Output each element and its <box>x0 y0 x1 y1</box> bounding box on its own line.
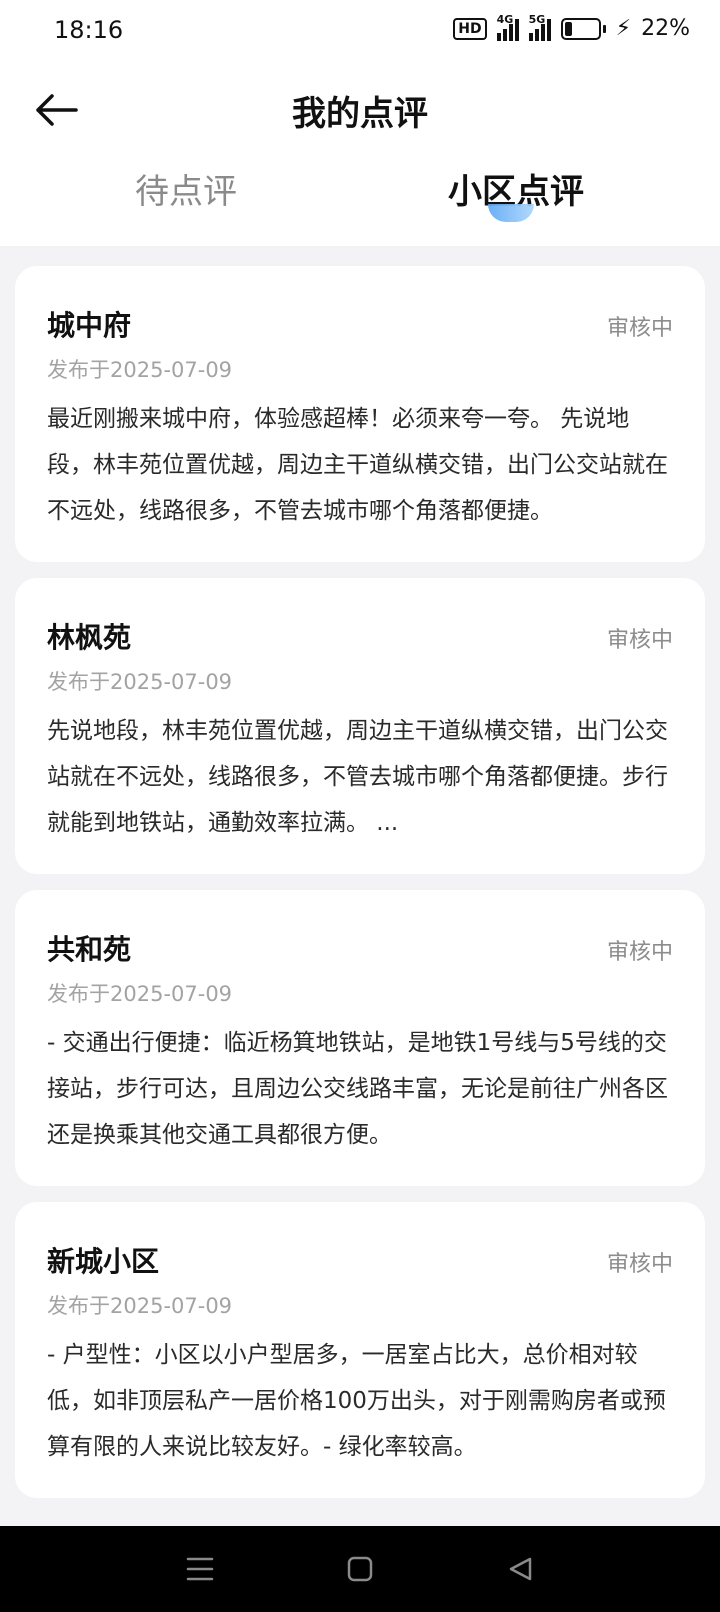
review-status: 审核中 <box>606 628 673 653</box>
status-time: 18:16 <box>54 16 124 44</box>
battery-icon <box>560 17 606 40</box>
review-card[interactable]: 林枫苑 审核中 发布于2025-07-09 先说地段，林丰苑位置优越，周边主干道… <box>15 578 705 874</box>
tab-pending-review[interactable]: 待点评 <box>36 164 336 213</box>
status-icons: HD 4G 5G ⚡ 22% <box>453 13 690 41</box>
system-nav-bar <box>0 1526 720 1612</box>
publish-date: 发布于2025-07-09 <box>47 358 233 382</box>
review-text: - 交通出行便捷：临近杨箕地铁站，是地铁1号线与5号线的交接站，步行可达，且周边… <box>47 1030 668 1148</box>
publish-date: 发布于2025-07-09 <box>47 1294 233 1318</box>
community-name: 城中府 <box>47 309 132 342</box>
hd-icon: HD <box>453 17 487 40</box>
tab-bar: 待点评 小区点评 <box>0 164 720 234</box>
battery-percent: 22% <box>641 16 690 41</box>
community-name: 新城小区 <box>47 1245 160 1278</box>
publish-date: 发布于2025-07-09 <box>47 982 233 1006</box>
back-triangle-icon <box>509 1557 532 1581</box>
menu-icon <box>186 1557 214 1581</box>
review-text: 最近刚搬来城中府，体验感超棒！必须来夸一夸。 先说地段，林丰苑位置优越，周边主干… <box>47 406 668 524</box>
status-bar: 18:16 HD 4G 5G ⚡ 22% <box>0 0 720 64</box>
review-status: 审核中 <box>606 940 673 965</box>
home-button[interactable] <box>340 1549 380 1589</box>
review-list: 城中府 审核中 发布于2025-07-09 最近刚搬来城中府，体验感超棒！必须来… <box>15 266 705 1514</box>
review-text: 先说地段，林丰苑位置优越，周边主干道纵横交错，出门公交站就在不远处，线路很多，不… <box>47 718 668 836</box>
review-status: 审核中 <box>606 316 673 341</box>
home-square-icon <box>347 1556 373 1582</box>
nav-header: 我的点评 <box>0 64 720 164</box>
review-card[interactable]: 共和苑 审核中 发布于2025-07-09 - 交通出行便捷：临近杨箕地铁站，是… <box>15 890 705 1186</box>
review-card[interactable]: 城中府 审核中 发布于2025-07-09 最近刚搬来城中府，体验感超棒！必须来… <box>15 266 705 562</box>
system-back-button[interactable] <box>500 1549 540 1589</box>
signal-4g-icon: 4G <box>496 13 519 41</box>
review-text: - 户型性：小区以小户型居多，一居室占比大，总价相对较低，如非顶层私产一居价格1… <box>47 1342 666 1460</box>
menu-button[interactable] <box>180 1549 220 1589</box>
publish-date: 发布于2025-07-09 <box>47 670 233 694</box>
page-title: 我的点评 <box>292 94 428 134</box>
signal-5g-icon: 5G <box>528 13 551 41</box>
charging-icon: ⚡ <box>615 16 632 41</box>
review-status: 审核中 <box>606 1252 673 1277</box>
community-name: 共和苑 <box>47 933 132 966</box>
review-card[interactable]: 新城小区 审核中 发布于2025-07-09 - 户型性：小区以小户型居多，一居… <box>15 1202 705 1498</box>
top-area: 18:16 HD 4G 5G ⚡ 22% 我的点评 待点评 小区点评 <box>0 0 720 246</box>
active-tab-indicator <box>488 204 534 222</box>
community-name: 林枫苑 <box>47 621 132 654</box>
